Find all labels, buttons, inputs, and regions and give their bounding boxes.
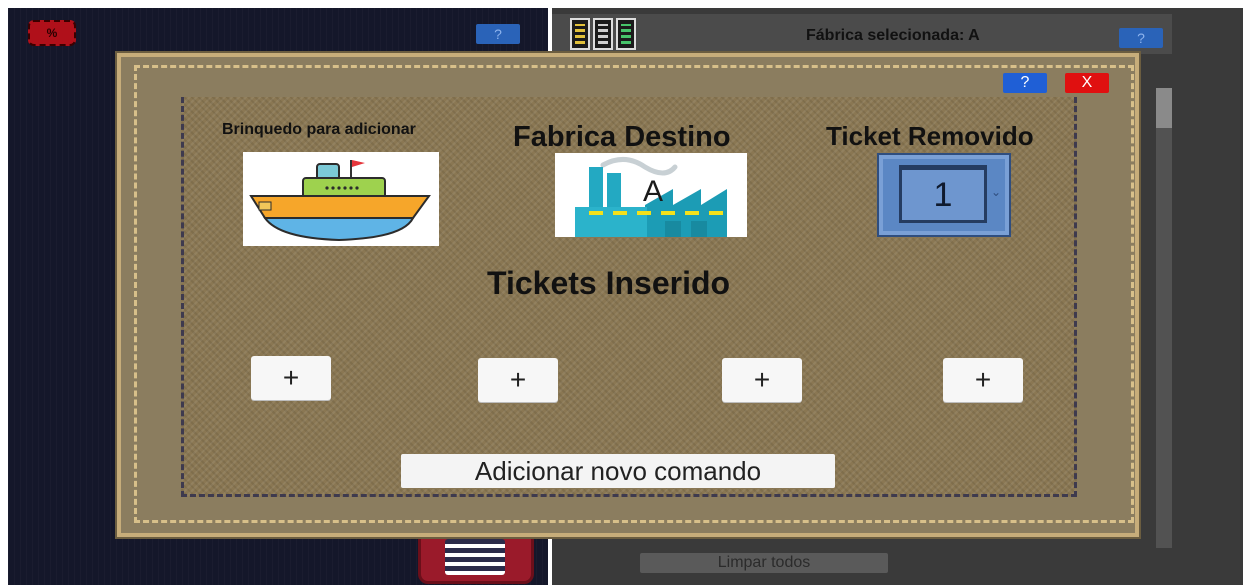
boat-toy-icon [249, 160, 431, 242]
scrollbar-thumb[interactable] [1156, 88, 1172, 128]
percent-badge-icon: % [28, 20, 76, 46]
chevron-down-icon: ⌄ [990, 185, 1001, 199]
selected-factory-label: Fábrica selecionada: A [806, 27, 980, 44]
clear-all-button[interactable]: Limpar todos [640, 553, 888, 573]
add-command-dialog: ? X Brinquedo para adicionar Fabrica Des… [117, 53, 1139, 537]
tickets-inserted-heading: Tickets Inserido [487, 265, 731, 301]
ticket-removed-dropdown[interactable]: 1 ⌄ [877, 153, 1011, 237]
factory-selector[interactable]: A [555, 153, 747, 237]
add-ticket-button-3[interactable]: + [722, 358, 802, 402]
left-help-button[interactable]: ? [476, 24, 520, 44]
scrollbar-track[interactable] [1156, 88, 1172, 548]
factory-letter: A [643, 175, 664, 208]
column-green [616, 18, 636, 50]
checklist-icon[interactable] [418, 530, 534, 584]
column-bars-icon[interactable] [570, 18, 636, 50]
toy-heading: Brinquedo para adicionar [222, 121, 416, 138]
ticket-removed-value: 1 [899, 165, 987, 223]
add-ticket-button-1[interactable]: + [251, 356, 331, 400]
dialog-help-button[interactable]: ? [1003, 73, 1047, 93]
toy-selector[interactable] [243, 152, 439, 246]
factory-heading: Fabrica Destino [513, 121, 731, 153]
add-new-command-button[interactable]: Adicionar novo comando [401, 454, 835, 488]
dialog-close-button[interactable]: X [1065, 73, 1109, 93]
column-yellow [570, 18, 590, 50]
right-help-button[interactable]: ? [1119, 28, 1163, 48]
column-white [593, 18, 613, 50]
ticket-removed-heading: Ticket Removido [826, 121, 1034, 151]
add-ticket-button-2[interactable]: + [478, 358, 558, 402]
add-ticket-button-4[interactable]: + [943, 358, 1023, 402]
